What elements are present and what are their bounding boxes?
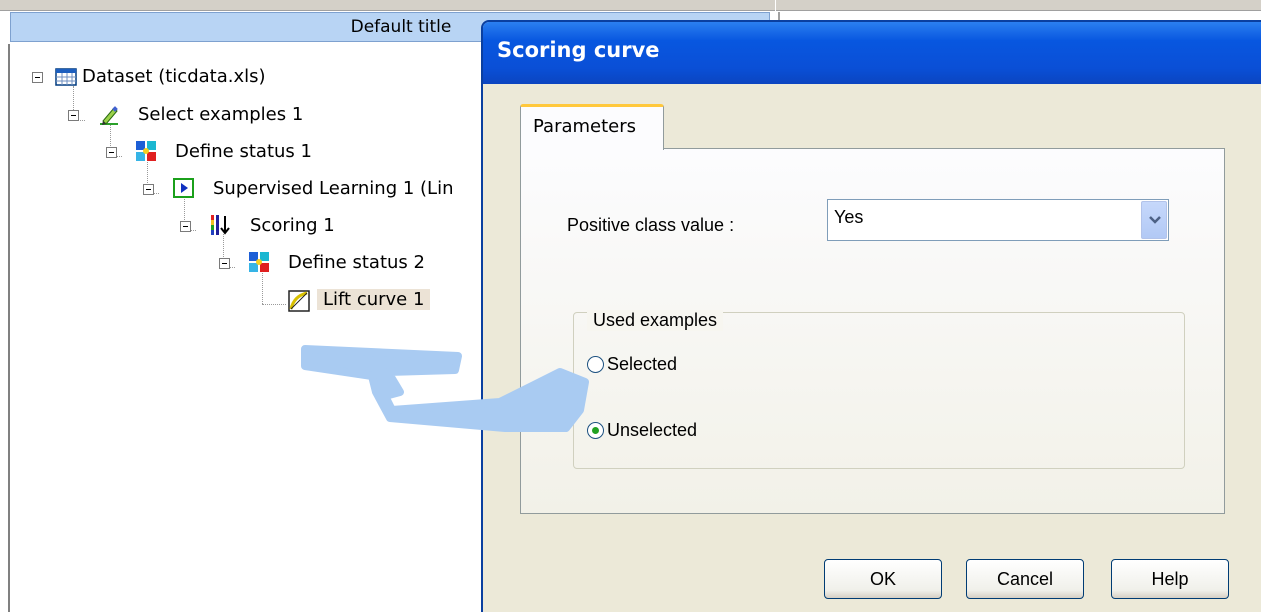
- dialog-title: Scoring curve: [497, 38, 660, 62]
- collapse-toggle-icon[interactable]: [32, 72, 43, 83]
- pane-frame: [0, 0, 775, 11]
- tree-connector: [262, 304, 286, 305]
- radio-button[interactable]: [587, 356, 604, 373]
- collapse-toggle-icon[interactable]: [219, 258, 230, 269]
- tree-node-lift-curve[interactable]: Lift curve 1: [317, 289, 431, 310]
- tree-node-supervised-learning[interactable]: Supervised Learning 1 (Lin: [213, 178, 454, 199]
- scoring-curve-dialog: Scoring curve Parameters Positive class …: [481, 20, 1261, 612]
- collapse-toggle-icon[interactable]: [180, 221, 191, 232]
- dropdown-button[interactable]: [1141, 201, 1167, 239]
- scoring-icon: [211, 215, 230, 235]
- positive-class-select[interactable]: Yes: [827, 199, 1169, 241]
- radio-button[interactable]: [587, 422, 604, 439]
- collapse-toggle-icon[interactable]: [68, 110, 79, 121]
- define-status-icon: [136, 141, 156, 161]
- tree-node-define-status-2[interactable]: Define status 2: [288, 252, 425, 273]
- collapse-toggle-icon[interactable]: [143, 184, 154, 195]
- pane-border: [8, 44, 10, 612]
- tree-node-scoring[interactable]: Scoring 1: [250, 215, 335, 236]
- pencil-icon: [100, 106, 118, 125]
- positive-class-label: Positive class value :: [567, 215, 735, 235]
- positive-class-value: Yes: [834, 207, 864, 227]
- cancel-button-label: Cancel: [996, 569, 1054, 589]
- tab-parameters[interactable]: Parameters: [520, 104, 664, 150]
- radio-unselected-label: Unselected: [607, 420, 698, 440]
- curve-icon: [288, 290, 310, 312]
- tree-connector: [262, 271, 263, 304]
- ok-button-label: OK: [869, 569, 896, 589]
- play-icon: [173, 178, 194, 198]
- pane-frame: [776, 0, 1261, 11]
- help-button-label: Help: [1151, 569, 1189, 589]
- define-status-icon: [249, 252, 269, 272]
- tree-node-dataset[interactable]: Dataset (ticdata.xls): [82, 66, 266, 87]
- tree-node-select-examples[interactable]: Select examples 1: [138, 104, 303, 125]
- used-examples-legend: Used examples: [587, 310, 724, 331]
- tab-label: Parameters: [533, 116, 637, 137]
- table-icon: [55, 68, 77, 86]
- cancel-button[interactable]: Cancel: [966, 559, 1084, 599]
- dialog-titlebar[interactable]: Scoring curve: [483, 22, 1261, 84]
- used-examples-group: [573, 312, 1185, 469]
- help-button[interactable]: Help: [1111, 559, 1229, 599]
- ok-button[interactable]: OK: [824, 559, 942, 599]
- chevron-down-icon: [1149, 216, 1161, 224]
- collapse-toggle-icon[interactable]: [106, 147, 117, 158]
- tree-node-define-status-1[interactable]: Define status 1: [175, 141, 312, 162]
- radio-selected-label: Selected: [607, 354, 678, 374]
